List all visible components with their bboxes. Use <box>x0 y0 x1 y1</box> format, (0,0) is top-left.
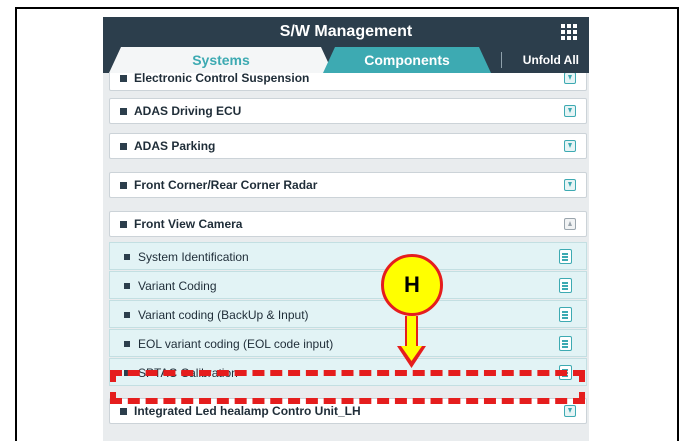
document-icon[interactable] <box>559 278 572 293</box>
sub-item-system-identification[interactable]: System Identification <box>109 242 587 270</box>
download-icon[interactable] <box>564 405 576 417</box>
bullet-icon <box>120 75 127 82</box>
bullet-icon <box>124 312 130 318</box>
system-row-front-corner-rear-corner-radar[interactable]: Front Corner/Rear Corner Radar <box>109 172 587 198</box>
sub-item-eol-variant-coding[interactable]: EOL variant coding (EOL code input) <box>109 329 587 357</box>
title-bar: S/W Management <box>103 17 589 47</box>
bullet-icon <box>120 143 127 150</box>
system-row-front-view-camera[interactable]: Front View Camera <box>109 211 587 237</box>
system-row-electronic-control-suspension[interactable]: Electronic Control Suspension <box>109 73 587 91</box>
callout-label-h: H <box>381 254 443 316</box>
sub-item-label: Variant coding (BackUp & Input) <box>138 308 309 322</box>
tab-bar: Systems Components Unfold All <box>103 47 589 73</box>
download-icon[interactable] <box>564 73 576 84</box>
sub-item-label: EOL variant coding (EOL code input) <box>138 337 334 351</box>
system-label: ADAS Parking <box>134 139 216 153</box>
tab-components[interactable]: Components <box>323 47 491 73</box>
system-label: Front View Camera <box>134 217 243 231</box>
download-icon[interactable] <box>564 105 576 117</box>
bullet-icon <box>124 341 130 347</box>
sub-item-variant-coding-backup-input[interactable]: Variant coding (BackUp & Input) <box>109 300 587 328</box>
sub-item-label: System Identification <box>138 250 249 264</box>
sub-item-variant-coding[interactable]: Variant Coding <box>109 271 587 299</box>
callout-arrow-shaft <box>405 316 418 346</box>
download-icon[interactable] <box>564 179 576 191</box>
grid-menu-icon[interactable] <box>561 24 577 40</box>
system-label: Integrated Led healamp Contro Unit_LH <box>134 404 361 418</box>
system-label: Front Corner/Rear Corner Radar <box>134 178 318 192</box>
document-icon[interactable] <box>559 307 572 322</box>
collapse-icon[interactable] <box>564 218 576 230</box>
system-row-adas-driving-ecu[interactable]: ADAS Driving ECU <box>109 98 587 124</box>
bullet-icon <box>120 182 127 189</box>
sub-item-label: Variant Coding <box>138 279 217 293</box>
bullet-icon <box>120 108 127 115</box>
bullet-icon <box>124 283 130 289</box>
document-icon[interactable] <box>559 336 572 351</box>
system-label: ADAS Driving ECU <box>134 104 242 118</box>
system-label: Electronic Control Suspension <box>134 73 310 85</box>
bullet-icon <box>120 408 127 415</box>
tab-systems[interactable]: Systems <box>109 47 333 73</box>
bullet-icon <box>120 221 127 228</box>
download-icon[interactable] <box>564 140 576 152</box>
window-title: S/W Management <box>279 23 413 40</box>
tab-divider <box>501 52 502 68</box>
highlight-box <box>110 370 585 404</box>
unfold-all-button[interactable]: Unfold All <box>523 47 579 73</box>
bullet-icon <box>124 254 130 260</box>
system-row-adas-parking[interactable]: ADAS Parking <box>109 133 587 159</box>
document-icon[interactable] <box>559 249 572 264</box>
